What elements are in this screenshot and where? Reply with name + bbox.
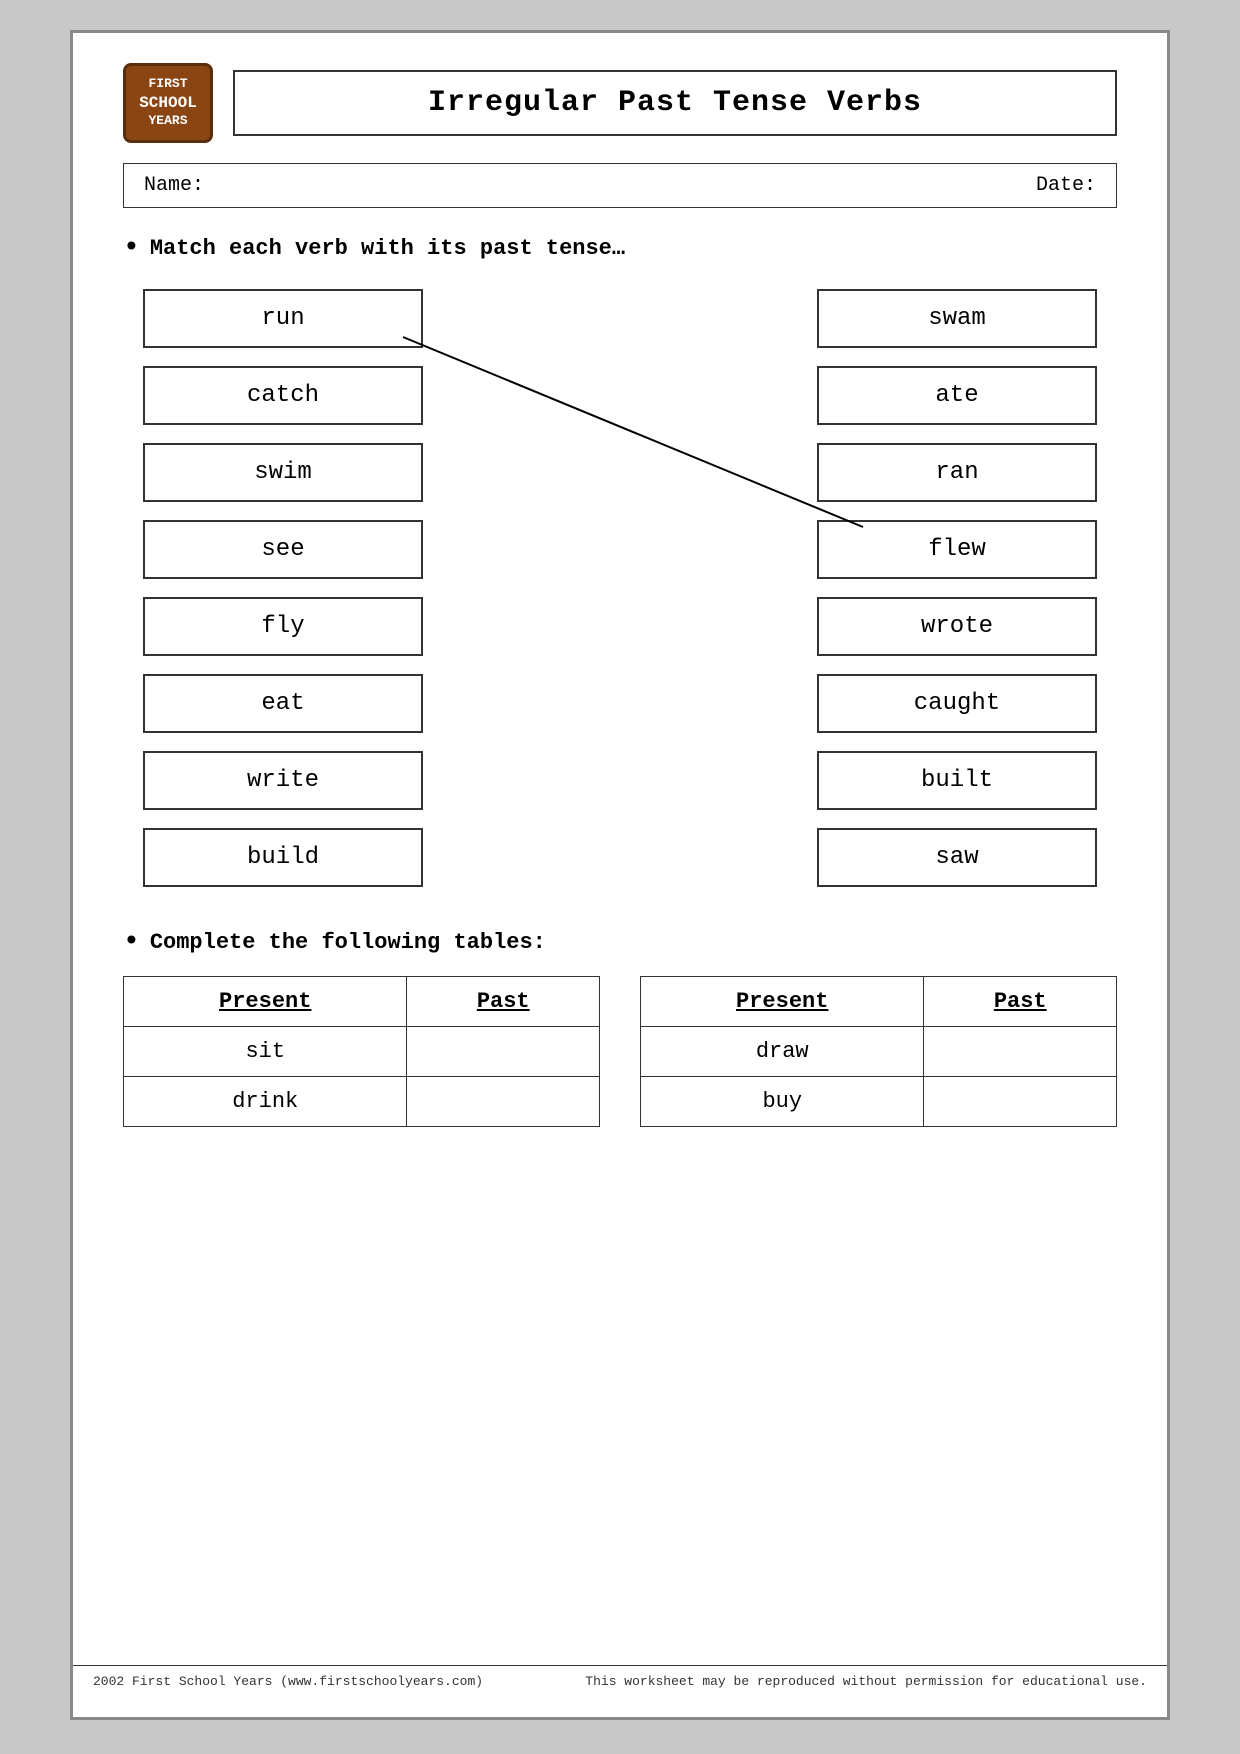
page-title: Irregular Past Tense Verbs bbox=[233, 70, 1117, 136]
table1-row1-past[interactable] bbox=[407, 1027, 600, 1077]
right-verb-wrote: wrote bbox=[817, 597, 1097, 656]
left-column: run catch swim see fly eat write build bbox=[143, 289, 423, 887]
logo: FIRST SCHOOL YEARS bbox=[123, 63, 213, 143]
name-label: Name: bbox=[144, 174, 204, 197]
table-row: draw bbox=[641, 1027, 1117, 1077]
table2-row2-past[interactable] bbox=[924, 1077, 1117, 1127]
table1-header-past: Past bbox=[407, 977, 600, 1027]
table2-row1-past[interactable] bbox=[924, 1027, 1117, 1077]
left-verb-swim: swim bbox=[143, 443, 423, 502]
right-verb-built: built bbox=[817, 751, 1097, 810]
bullet1: • bbox=[123, 233, 140, 264]
left-verb-fly: fly bbox=[143, 597, 423, 656]
right-column: swam ate ran flew wrote caught built saw bbox=[817, 289, 1097, 887]
table1: Present Past sit drink bbox=[123, 976, 600, 1127]
right-verb-ate: ate bbox=[817, 366, 1097, 425]
left-verb-write: write bbox=[143, 751, 423, 810]
table1-table: Present Past sit drink bbox=[123, 976, 600, 1127]
left-verb-build: build bbox=[143, 828, 423, 887]
instruction2: • Complete the following tables: bbox=[123, 927, 1117, 958]
table2-header-past: Past bbox=[924, 977, 1117, 1027]
footer: 2002 First School Years (www.firstschool… bbox=[73, 1665, 1167, 1697]
instruction2-text: Complete the following tables: bbox=[150, 930, 546, 955]
table2-header-present: Present bbox=[641, 977, 924, 1027]
table2-row2-present: buy bbox=[641, 1077, 924, 1127]
right-verb-caught: caught bbox=[817, 674, 1097, 733]
right-verb-swam: swam bbox=[817, 289, 1097, 348]
table-row: sit bbox=[124, 1027, 600, 1077]
left-verb-run: run bbox=[143, 289, 423, 348]
instruction1: • Match each verb with its past tense… bbox=[123, 233, 1117, 264]
bullet2: • bbox=[123, 927, 140, 958]
right-verb-ran: ran bbox=[817, 443, 1097, 502]
tables-area: Present Past sit drink bbox=[123, 976, 1117, 1127]
instruction1-text: Match each verb with its past tense… bbox=[150, 236, 625, 261]
table1-header-present: Present bbox=[124, 977, 407, 1027]
right-verb-saw: saw bbox=[817, 828, 1097, 887]
logo-line3: YEARS bbox=[148, 113, 187, 130]
table1-row1-present: sit bbox=[124, 1027, 407, 1077]
left-verb-see: see bbox=[143, 520, 423, 579]
table1-row2-past[interactable] bbox=[407, 1077, 600, 1127]
right-verb-flew: flew bbox=[817, 520, 1097, 579]
table1-row2-present: drink bbox=[124, 1077, 407, 1127]
name-date-row: Name: Date: bbox=[123, 163, 1117, 208]
header: FIRST SCHOOL YEARS Irregular Past Tense … bbox=[123, 63, 1117, 143]
table-row: drink bbox=[124, 1077, 600, 1127]
left-verb-eat: eat bbox=[143, 674, 423, 733]
matching-area: run catch swim see fly eat write build s… bbox=[123, 289, 1117, 887]
footer-right: This worksheet may be reproduced without… bbox=[585, 1674, 1147, 1689]
footer-left: 2002 First School Years (www.firstschool… bbox=[93, 1674, 483, 1689]
table2-table: Present Past draw buy bbox=[640, 976, 1117, 1127]
table2: Present Past draw buy bbox=[640, 976, 1117, 1127]
left-verb-catch: catch bbox=[143, 366, 423, 425]
page: FIRST SCHOOL YEARS Irregular Past Tense … bbox=[70, 30, 1170, 1720]
logo-line1: FIRST bbox=[148, 76, 187, 93]
logo-line2: SCHOOL bbox=[139, 93, 197, 114]
table2-row1-present: draw bbox=[641, 1027, 924, 1077]
table-row: buy bbox=[641, 1077, 1117, 1127]
date-label: Date: bbox=[1036, 174, 1096, 197]
